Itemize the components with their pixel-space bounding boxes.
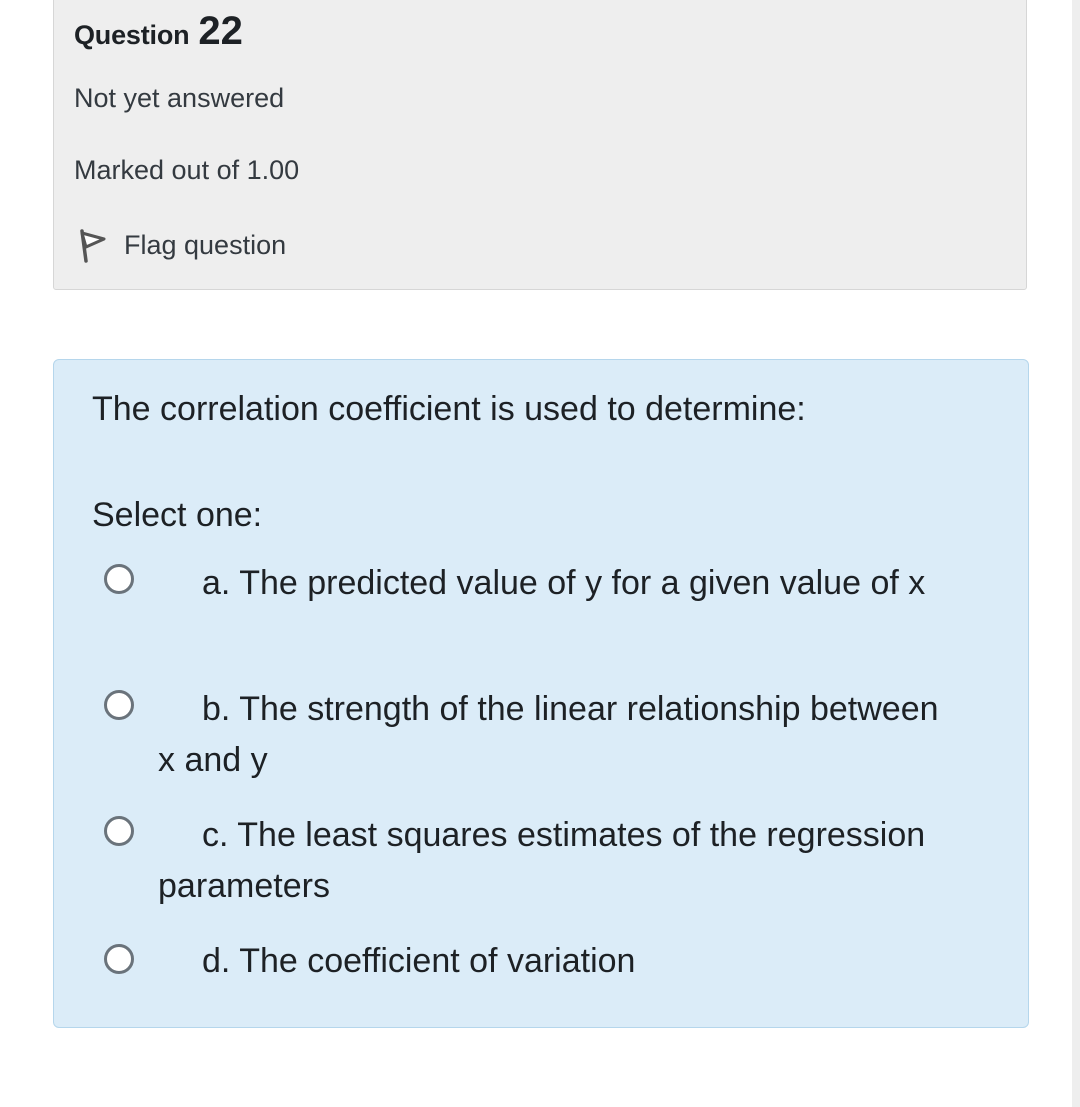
question-info-panel: Question 22 Not yet answered Marked out … [53, 0, 1027, 290]
radio-unselected-icon[interactable] [104, 816, 134, 846]
question-heading: Question 22 [74, 9, 243, 54]
question-label: Question [74, 20, 190, 50]
scrollbar[interactable] [1072, 0, 1080, 1107]
answer-status: Not yet answered [74, 83, 285, 113]
question-mark: Marked out of 1.00 [74, 155, 300, 185]
answer-option-label: a. The predicted value of y for a given … [202, 564, 926, 602]
answer-option-a[interactable]: a. The predicted value of y for a given … [104, 558, 964, 658]
question-number: 22 [198, 9, 243, 53]
answer-option-label: d. The coefficient of variation [202, 942, 636, 980]
radio-unselected-icon[interactable] [104, 944, 134, 974]
flag-question-label: Flag question [124, 229, 287, 260]
flag-question-button[interactable]: Flag question [76, 225, 286, 265]
radio-unselected-icon[interactable] [104, 690, 134, 720]
answer-option-b[interactable]: b. The strength of the linear relationsh… [104, 684, 964, 784]
answer-option-label: c. The least squares estimates of the re… [158, 816, 926, 905]
radio-unselected-icon[interactable] [104, 564, 134, 594]
answer-option-label: b. The strength of the linear relationsh… [158, 690, 939, 779]
answer-option-d[interactable]: d. The coefficient of variation [104, 936, 964, 996]
question-text: The correlation coefficient is used to d… [92, 390, 806, 428]
quiz-page: Question 22 Not yet answered Marked out … [0, 0, 1080, 1107]
flag-icon [76, 225, 110, 265]
answer-option-c[interactable]: c. The least squares estimates of the re… [104, 810, 964, 910]
answer-prompt: Select one: [92, 496, 263, 534]
question-content-panel: The correlation coefficient is used to d… [53, 359, 1029, 1028]
